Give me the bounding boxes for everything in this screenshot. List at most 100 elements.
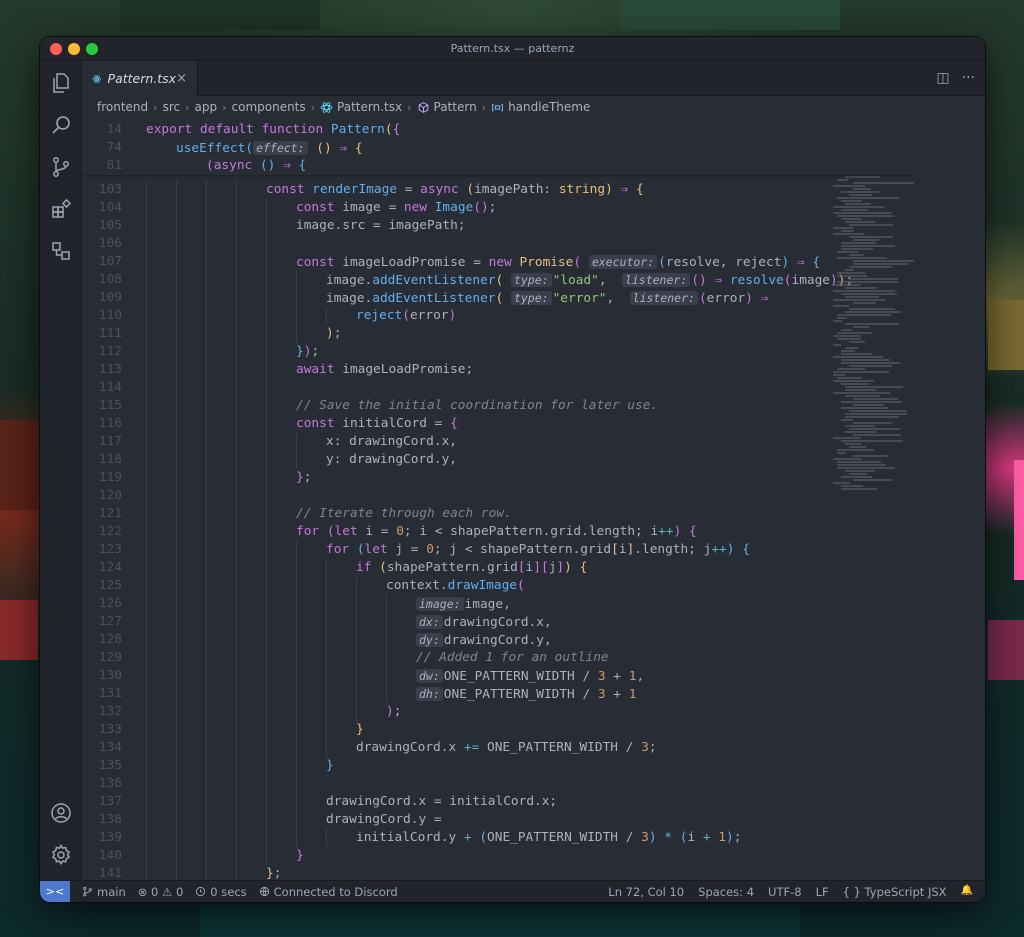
code-line[interactable]: 131 dh: ONE_PATTERN_WIDTH / 3 + 1: [82, 685, 985, 703]
encoding[interactable]: UTF-8: [768, 885, 802, 899]
code-line[interactable]: 139 initialCord.y + (ONE_PATTERN_WIDTH / …: [82, 829, 985, 847]
code-line[interactable]: 74 useEffect(effect: () ⇒ {: [82, 139, 985, 157]
code-line[interactable]: 124 if (shapePattern.grid[i][j]) {: [82, 559, 985, 577]
indent-guide: [326, 559, 327, 757]
code-token: (: [326, 524, 335, 539]
breadcrumb-item[interactable]: handleTheme: [508, 100, 590, 114]
code-line[interactable]: 128 dy: drawingCord.y,: [82, 631, 985, 649]
problems-indicator[interactable]: ⊗ 0 ⚠ 0: [138, 885, 184, 899]
discord-indicator[interactable]: Connected to Discord: [259, 885, 398, 899]
code-line[interactable]: 136: [82, 775, 985, 793]
cursor-position[interactable]: Ln 72, Col 10: [608, 885, 684, 899]
symbol-variable-icon: [492, 103, 503, 111]
code-line[interactable]: 138 drawingCord.y =: [82, 811, 985, 829]
line-number: 120: [98, 488, 122, 503]
minimap-line: [837, 257, 888, 259]
minimap-line: [853, 398, 899, 400]
explorer-icon[interactable]: [49, 71, 73, 95]
breadcrumb-item[interactable]: app: [195, 100, 218, 114]
code-line[interactable]: 130 dw: ONE_PATTERN_WIDTH / 3 + 1,: [82, 667, 985, 685]
split-editor-icon[interactable]: ◫: [936, 70, 949, 86]
code-line[interactable]: 134 drawingCord.x += ONE_PATTERN_WIDTH / …: [82, 739, 985, 757]
code-token: ): [745, 291, 753, 306]
code-token: initialCord.y: [356, 830, 464, 845]
code-token: (: [384, 122, 393, 137]
line-number: 115: [98, 398, 122, 413]
code-line[interactable]: 140}: [82, 847, 985, 865]
branch-indicator[interactable]: main: [82, 885, 126, 899]
notifications-bell-icon[interactable]: 🔔: [961, 885, 973, 899]
source-control-icon[interactable]: [49, 155, 73, 179]
line-number: 118: [98, 452, 122, 467]
breadcrumb-item[interactable]: src: [163, 100, 181, 114]
code-line[interactable]: 123 for (let j = 0; j < shapePattern.grid…: [82, 541, 985, 559]
line-number: 132: [98, 704, 122, 719]
code-token: drawingCord.x,: [443, 615, 552, 630]
more-actions-icon[interactable]: ···: [962, 70, 975, 86]
minimap-line: [841, 407, 888, 409]
inlay-hint: type:: [510, 291, 552, 305]
remote-explorer-icon[interactable]: [49, 239, 73, 263]
code-line[interactable]: 133}: [82, 721, 985, 739]
code-token: ;: [488, 200, 497, 215]
minimap-line: [837, 314, 891, 316]
code-line[interactable]: 129 // Added 1 for an outline: [82, 649, 985, 667]
code-token: ⇒: [796, 255, 805, 270]
end-of-line[interactable]: LF: [816, 885, 829, 899]
minimap-line: [837, 461, 882, 463]
code-text: useEffect(effect: () ⇒ {: [176, 139, 363, 158]
minimap-line: [833, 185, 866, 187]
minimap-line: [849, 224, 893, 226]
code-token: (): [316, 141, 332, 156]
code-line[interactable]: 125 context.drawImage(: [82, 577, 985, 595]
code-token: addEventListener: [372, 273, 496, 288]
react-icon: [92, 74, 102, 83]
react-icon: [320, 101, 333, 113]
code-line[interactable]: 132);: [82, 703, 985, 721]
breadcrumb-item[interactable]: components: [232, 100, 306, 114]
tab-pattern-tsx[interactable]: Pattern.tsx ×: [82, 61, 198, 96]
settings-gear-icon[interactable]: [49, 843, 73, 867]
code-token: image,: [464, 597, 511, 612]
code-token: }: [296, 470, 304, 485]
code-token: {: [392, 122, 401, 137]
minimap-line: [845, 347, 858, 349]
code-line[interactable]: 14 export default function Pattern({: [82, 121, 985, 139]
breadcrumb-item[interactable]: Pattern.tsx: [337, 100, 402, 114]
code-token: await: [296, 362, 343, 377]
timer-indicator[interactable]: 0 secs: [195, 885, 247, 899]
code-token: ): [386, 704, 394, 719]
breadcrumb-item[interactable]: Pattern: [434, 100, 477, 114]
account-icon[interactable]: [49, 801, 73, 825]
code-text: dx: drawingCord.x,: [416, 613, 552, 632]
code-token: ): [326, 326, 334, 341]
code-line[interactable]: 141};: [82, 865, 985, 880]
remote-indicator[interactable]: ><: [40, 880, 70, 902]
minimap-line: [849, 428, 901, 430]
code-line[interactable]: 121 // Iterate through each row.: [82, 505, 985, 523]
search-icon[interactable]: [49, 113, 73, 137]
code-token: ++: [658, 524, 674, 539]
code-token: (: [466, 182, 475, 197]
line-number: 124: [98, 560, 122, 575]
minimap-line: [841, 359, 890, 361]
code-line[interactable]: 126 image: image,: [82, 595, 985, 613]
breadcrumb-item[interactable]: frontend: [97, 100, 148, 114]
code-line[interactable]: 122 for (let i = 0; i < shapePattern.grid…: [82, 523, 985, 541]
code-line[interactable]: 127 dx: drawingCord.x,: [82, 613, 985, 631]
code-line[interactable]: 137 drawingCord.x = initialCord.x;: [82, 793, 985, 811]
code-token: }: [296, 848, 304, 863]
minimap-line: [853, 188, 872, 190]
close-icon[interactable]: ×: [176, 71, 187, 86]
code-line[interactable]: 81 (async () ⇒ {: [82, 157, 985, 175]
language-mode[interactable]: { } TypeScript JSX: [843, 885, 947, 899]
minimap-line: [845, 287, 878, 289]
minimap[interactable]: [833, 149, 915, 499]
extensions-icon[interactable]: [49, 197, 73, 221]
indentation[interactable]: Spaces: 4: [698, 885, 754, 899]
minimap-line: [845, 395, 881, 397]
minimap-line: [845, 203, 872, 205]
code-line[interactable]: 135}: [82, 757, 985, 775]
